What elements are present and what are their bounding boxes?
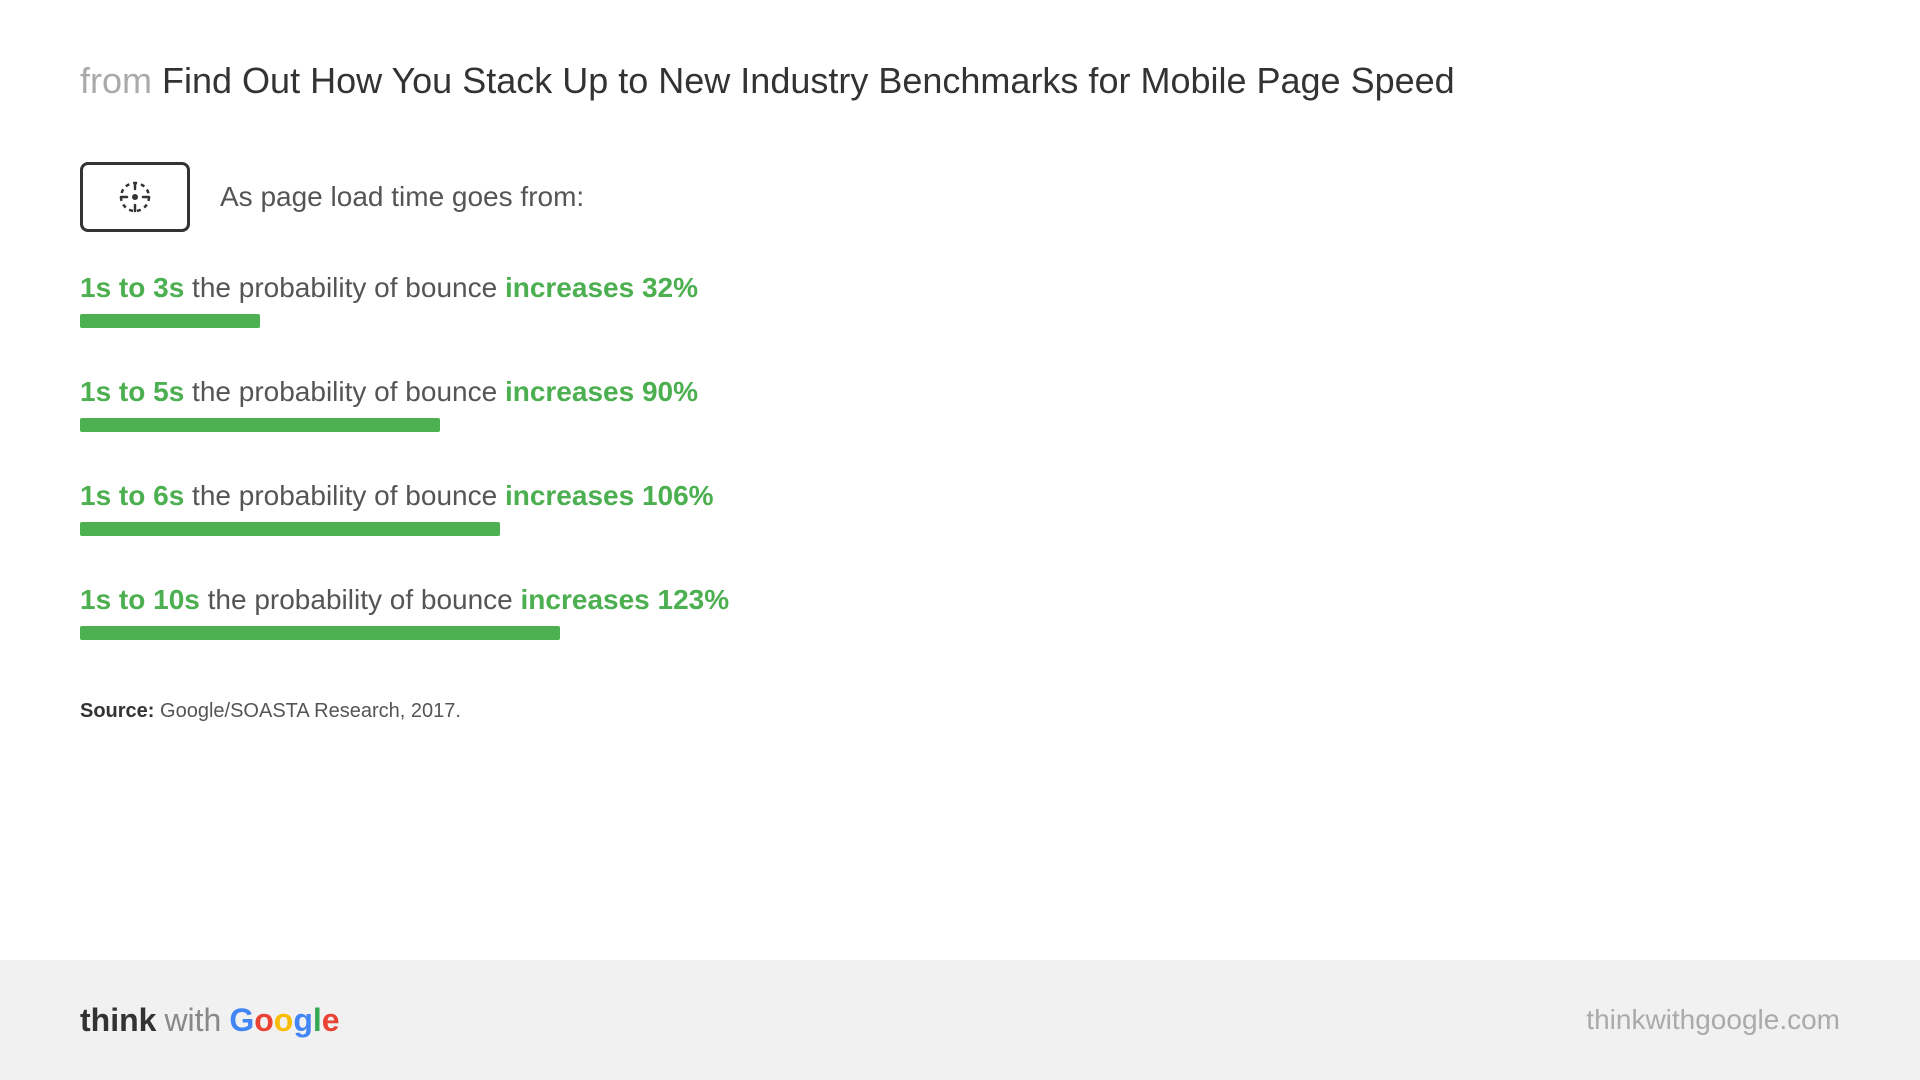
stat-block-3: 1s to 10s the probability of bounce incr… xyxy=(80,584,1840,640)
page-title: from Find Out How You Stack Up to New In… xyxy=(80,60,1840,102)
google-letter-l: l xyxy=(313,1002,322,1038)
stat-label-0: 1s to 3s the probability of bounce incre… xyxy=(80,272,1840,304)
stat-block-1: 1s to 5s the probability of bounce incre… xyxy=(80,376,1840,432)
increase-text-0: increases 32% xyxy=(497,272,698,303)
bar-3 xyxy=(80,626,560,640)
think-text: think xyxy=(80,1002,156,1039)
static-text-2: the probability of bounce xyxy=(184,480,497,511)
from-label: from xyxy=(80,60,152,101)
stat-label-1: 1s to 5s the probability of bounce incre… xyxy=(80,376,1840,408)
bar-0 xyxy=(80,314,260,328)
source-label: Source: xyxy=(80,700,154,722)
stat-block-0: 1s to 3s the probability of bounce incre… xyxy=(80,272,1840,328)
stat-label-3: 1s to 10s the probability of bounce incr… xyxy=(80,584,1840,616)
time-range-0: 1s to 3s xyxy=(80,272,184,303)
time-range-1: 1s to 5s xyxy=(80,376,184,407)
source-section: Source: Google/SOASTA Research, 2017. xyxy=(80,700,1840,723)
bar-2 xyxy=(80,522,500,536)
source-text: Google/SOASTA Research, 2017. xyxy=(160,700,461,722)
loading-icon xyxy=(117,179,153,215)
footer: think with Google thinkwithgoogle.com xyxy=(0,960,1920,1080)
phone-icon-container xyxy=(80,162,190,232)
intro-text: As page load time goes from: xyxy=(220,181,584,213)
increase-text-3: increases 123% xyxy=(513,584,729,615)
main-content: from Find Out How You Stack Up to New In… xyxy=(0,0,1920,960)
title-text: Find Out How You Stack Up to New Industr… xyxy=(162,60,1455,101)
static-text-3: the probability of bounce xyxy=(200,584,513,615)
increase-text-2: increases 106% xyxy=(497,480,713,511)
stats-container: 1s to 3s the probability of bounce incre… xyxy=(80,272,1840,640)
static-text-1: the probability of bounce xyxy=(184,376,497,407)
stat-block-2: 1s to 6s the probability of bounce incre… xyxy=(80,480,1840,536)
bar-1 xyxy=(80,418,440,432)
google-text: Google xyxy=(229,1002,339,1039)
stat-label-2: 1s to 6s the probability of bounce incre… xyxy=(80,480,1840,512)
google-letter-g2: g xyxy=(293,1002,313,1038)
footer-url: thinkwithgoogle.com xyxy=(1586,1004,1840,1036)
think-with-google-logo: think with Google xyxy=(80,1002,340,1039)
google-letter-o1: o xyxy=(254,1002,274,1038)
google-letter-e: e xyxy=(322,1002,340,1038)
google-letter-o2: o xyxy=(274,1002,294,1038)
google-letter-G: G xyxy=(229,1002,254,1038)
static-text-0: the probability of bounce xyxy=(184,272,497,303)
with-text: with xyxy=(164,1002,221,1039)
intro-row: As page load time goes from: xyxy=(80,162,1840,232)
increase-text-1: increases 90% xyxy=(497,376,698,407)
time-range-2: 1s to 6s xyxy=(80,480,184,511)
time-range-3: 1s to 10s xyxy=(80,584,200,615)
